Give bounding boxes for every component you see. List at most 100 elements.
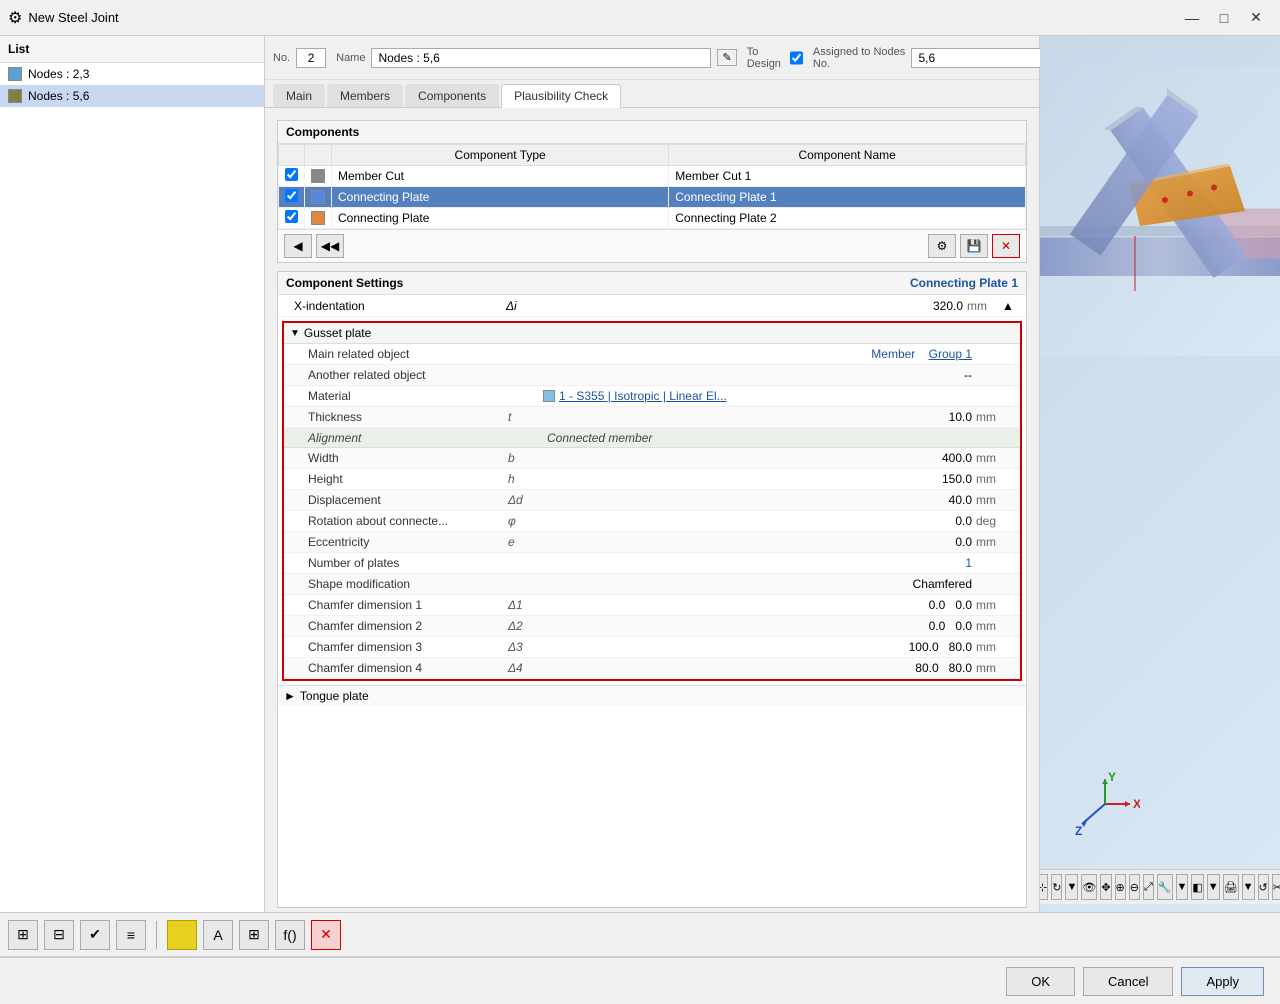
material-label: Material bbox=[288, 389, 508, 403]
vp-dropdown2-btn[interactable]: ▼ bbox=[1176, 874, 1189, 900]
vp-move-btn[interactable]: ✥ bbox=[1100, 874, 1111, 900]
titlebar-controls: — □ ✕ bbox=[1176, 4, 1272, 32]
comp-toolbar-left: ◀ ◀◀ bbox=[284, 234, 344, 258]
width-value: 400.0 bbox=[543, 451, 976, 465]
xi-unit: mm bbox=[967, 299, 1002, 313]
col-name: Component Name bbox=[669, 145, 1026, 166]
minimize-button[interactable]: — bbox=[1176, 4, 1208, 32]
tongue-plate-row[interactable]: ► Tongue plate bbox=[278, 685, 1026, 706]
settings-title: Component Settings bbox=[286, 276, 403, 290]
name-edit-button[interactable]: ✎ bbox=[717, 49, 736, 66]
comp-nav-left-button[interactable]: ◀ bbox=[284, 234, 312, 258]
vp-rotate-btn[interactable]: ↻ bbox=[1051, 874, 1062, 900]
displacement-value: 40.0 bbox=[543, 493, 976, 507]
chamfer1-row: Chamfer dimension 1 Δ1 0.0 0.0 mm bbox=[284, 595, 1020, 616]
apply-button[interactable]: Apply bbox=[1181, 967, 1264, 996]
comp-row-3[interactable]: Connecting Plate Connecting Plate 2 bbox=[279, 208, 1026, 229]
comp-delete-button[interactable]: ✕ bbox=[992, 234, 1020, 258]
comp-row-3-check[interactable] bbox=[285, 210, 298, 223]
vp-dropdown4-btn[interactable]: ▼ bbox=[1242, 874, 1255, 900]
main-related-group[interactable]: Group 1 bbox=[929, 347, 972, 361]
rotation-symbol: φ bbox=[508, 514, 543, 528]
bt-function-btn[interactable]: f() bbox=[275, 920, 305, 950]
left-panel: List Nodes : 2,3 Nodes : 5,6 bbox=[0, 36, 265, 912]
list-item-1-color bbox=[8, 67, 22, 81]
rotation-unit: deg bbox=[976, 514, 1016, 528]
material-value[interactable]: 1 - S355 | Isotropic | Linear El... bbox=[543, 389, 976, 403]
thickness-unit: mm bbox=[976, 410, 1016, 424]
comp-settings-button[interactable]: ⚙ bbox=[928, 234, 956, 258]
bt-collapse-btn[interactable]: ⊟ bbox=[44, 920, 74, 950]
thickness-value: 10.0 bbox=[543, 410, 976, 424]
gusset-header[interactable]: ▼ Gusset plate bbox=[284, 323, 1020, 344]
comp-row-1-check[interactable] bbox=[285, 168, 298, 181]
comp-nav-left2-button[interactable]: ◀◀ bbox=[316, 234, 344, 258]
vp-print-btn[interactable]: 🖨 bbox=[1223, 874, 1239, 900]
comp-row-1-type: Member Cut bbox=[332, 166, 669, 187]
name-input[interactable] bbox=[371, 48, 711, 68]
height-unit: mm bbox=[976, 472, 1016, 486]
width-row: Width b 400.0 mm bbox=[284, 448, 1020, 469]
tab-members[interactable]: Members bbox=[327, 84, 403, 107]
height-symbol: h bbox=[508, 472, 543, 486]
tongue-expand-icon: ► bbox=[284, 689, 296, 703]
displacement-row: Displacement Δd 40.0 mm bbox=[284, 490, 1020, 511]
vp-dropdown1-btn[interactable]: ▼ bbox=[1065, 874, 1078, 900]
bt-grid-btn[interactable]: ⊞ bbox=[8, 920, 38, 950]
ok-button[interactable]: OK bbox=[1006, 967, 1075, 996]
bt-menu-btn[interactable]: ≡ bbox=[116, 920, 146, 950]
joint-illustration bbox=[1040, 66, 1280, 356]
comp-row-1-name: Member Cut 1 bbox=[669, 166, 1026, 187]
top-row: No. 2 Name ✎ To Design Assigned to Nodes… bbox=[265, 36, 1039, 80]
chamfer3-value: 100.0 80.0 bbox=[543, 640, 976, 654]
settings-body: X-indentation Δi 320.0 mm ▲ ▼ Gusset pla… bbox=[278, 295, 1026, 907]
comp-row-1[interactable]: Member Cut Member Cut 1 bbox=[279, 166, 1026, 187]
list-item-1[interactable]: Nodes : 2,3 bbox=[0, 63, 264, 85]
vp-clip-btn[interactable]: ✂ bbox=[1272, 874, 1280, 900]
to-design-checkbox[interactable] bbox=[790, 50, 803, 66]
bt-delete-btn[interactable]: ✕ bbox=[311, 920, 341, 950]
maximize-button[interactable]: □ bbox=[1208, 4, 1240, 32]
vp-tools-btn[interactable]: 🔧 bbox=[1157, 874, 1173, 900]
tab-components[interactable]: Components bbox=[405, 84, 499, 107]
viewport-panel: Top R Fr bbox=[1040, 36, 1280, 912]
gusset-title: Gusset plate bbox=[304, 326, 371, 340]
comp-toolbar: ◀ ◀◀ ⚙ 💾 ✕ bbox=[278, 229, 1026, 262]
vp-view-btn[interactable]: ◧ bbox=[1191, 874, 1203, 900]
bt-table-btn[interactable]: ⊞ bbox=[239, 920, 269, 950]
vp-dropdown3-btn[interactable]: ▼ bbox=[1207, 874, 1220, 900]
eccentricity-row: Eccentricity e 0.0 mm bbox=[284, 532, 1020, 553]
chamfer3-label: Chamfer dimension 3 bbox=[288, 640, 508, 654]
list-item-2[interactable]: Nodes : 5,6 bbox=[0, 85, 264, 107]
to-design-section: To Design bbox=[747, 46, 803, 70]
tab-main[interactable]: Main bbox=[273, 84, 325, 107]
comp-row-2[interactable]: Connecting Plate Connecting Plate 1 bbox=[279, 187, 1026, 208]
bt-color-btn[interactable] bbox=[167, 920, 197, 950]
vp-fit-btn[interactable]: ⤢ bbox=[1143, 874, 1154, 900]
alignment-row: Alignment Connected member bbox=[284, 428, 1020, 448]
shape-mod-label: Shape modification bbox=[288, 577, 508, 591]
vp-zoom-btn[interactable]: ⊕ bbox=[1115, 874, 1126, 900]
tab-plausibility[interactable]: Plausibility Check bbox=[501, 84, 621, 108]
vp-select-btn[interactable]: ⊹ bbox=[1040, 874, 1048, 900]
close-button[interactable]: ✕ bbox=[1240, 4, 1272, 32]
comp-row-2-check[interactable] bbox=[285, 189, 298, 202]
app-icon: ⚙ bbox=[8, 8, 22, 28]
vp-zoomout-btn[interactable]: ⊖ bbox=[1129, 874, 1140, 900]
height-row: Height h 150.0 mm bbox=[284, 469, 1020, 490]
viewport: Top R Fr bbox=[1040, 36, 1280, 912]
bottom-toolbar-left: ⊞ ⊟ ✔ ≡ A ⊞ f() ✕ bbox=[8, 920, 341, 950]
comp-row-3-color bbox=[311, 211, 325, 225]
vp-eye-btn[interactable]: 👁 bbox=[1081, 874, 1097, 900]
bt-text-btn[interactable]: A bbox=[203, 920, 233, 950]
axis-indicator: X Y Z bbox=[1070, 769, 1140, 842]
another-related-value: -- bbox=[543, 368, 976, 382]
footer: OK Cancel Apply bbox=[0, 956, 1280, 1004]
bt-check-btn[interactable]: ✔ bbox=[80, 920, 110, 950]
center-panel: No. 2 Name ✎ To Design Assigned to Nodes… bbox=[265, 36, 1040, 912]
eccentricity-label: Eccentricity bbox=[288, 535, 508, 549]
cancel-button[interactable]: Cancel bbox=[1083, 967, 1173, 996]
vp-reset-btn[interactable]: ↺ bbox=[1258, 874, 1269, 900]
comp-save-button[interactable]: 💾 bbox=[960, 234, 988, 258]
eccentricity-value: 0.0 bbox=[543, 535, 976, 549]
